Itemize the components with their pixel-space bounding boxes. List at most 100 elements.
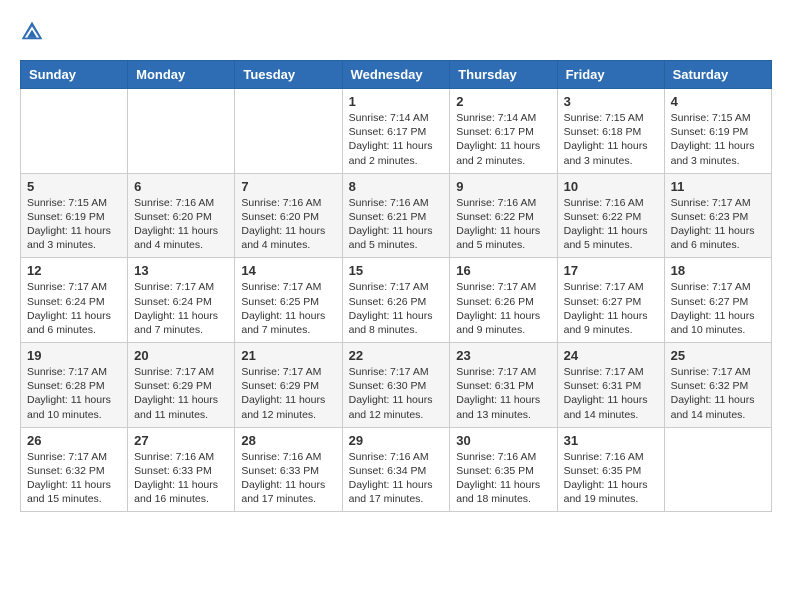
day-number: 4 [671,94,765,109]
day-number: 24 [564,348,658,363]
day-number: 30 [456,433,550,448]
day-cell: 26Sunrise: 7:17 AM Sunset: 6:32 PM Dayli… [21,427,128,512]
day-number: 20 [134,348,228,363]
day-cell: 17Sunrise: 7:17 AM Sunset: 6:27 PM Dayli… [557,258,664,343]
day-info: Sunrise: 7:16 AM Sunset: 6:20 PM Dayligh… [134,196,228,253]
day-cell: 7 Sunrise: 7:16 AM Sunset: 6:20 PM Daylig… [235,173,342,258]
day-cell: 31 Sunrise: 7:16 AM Sunset: 6:35 PM Dayli… [557,427,664,512]
day-number: 1 [349,94,444,109]
day-info: Sunrise: 7:17 AM Sunset: 6:29 PM Dayligh… [241,365,335,422]
day-number: 25 [671,348,765,363]
day-info: Sunrise: 7:17 AM Sunset: 6:26 PM Dayligh… [349,280,444,337]
day-info: Sunrise: 7:16 AM Sunset: 6:35 PM Dayligh… [564,450,658,507]
day-info: Sunrise: 7:17 AM Sunset: 6:26 PM Dayligh… [456,280,550,337]
day-cell: 21 Sunrise: 7:17 AM Sunset: 6:29 PM Dayli… [235,343,342,428]
week-row-5: 26Sunrise: 7:17 AM Sunset: 6:32 PM Dayli… [21,427,772,512]
day-info: Sunrise: 7:16 AM Sunset: 6:33 PM Dayligh… [241,450,335,507]
week-row-1: 1 Sunrise: 7:14 AM Sunset: 6:17 PM Daylig… [21,89,772,174]
day-number: 15 [349,263,444,278]
calendar: SundayMondayTuesdayWednesdayThursdayFrid… [20,60,772,512]
day-info: Sunrise: 7:15 AM Sunset: 6:19 PM Dayligh… [27,196,121,253]
day-info: Sunrise: 7:17 AM Sunset: 6:24 PM Dayligh… [134,280,228,337]
day-number: 10 [564,179,658,194]
day-cell: 18 Sunrise: 7:17 AM Sunset: 6:27 PM Dayli… [664,258,771,343]
day-info: Sunrise: 7:14 AM Sunset: 6:17 PM Dayligh… [456,111,550,168]
weekday-saturday: Saturday [664,61,771,89]
day-info: Sunrise: 7:17 AM Sunset: 6:23 PM Dayligh… [671,196,765,253]
day-info: Sunrise: 7:17 AM Sunset: 6:27 PM Dayligh… [671,280,765,337]
day-cell: 2 Sunrise: 7:14 AM Sunset: 6:17 PM Daylig… [450,89,557,174]
day-cell: 14Sunrise: 7:17 AM Sunset: 6:25 PM Dayli… [235,258,342,343]
day-cell: 19Sunrise: 7:17 AM Sunset: 6:28 PM Dayli… [21,343,128,428]
day-info: Sunrise: 7:16 AM Sunset: 6:21 PM Dayligh… [349,196,444,253]
weekday-tuesday: Tuesday [235,61,342,89]
day-cell: 24Sunrise: 7:17 AM Sunset: 6:31 PM Dayli… [557,343,664,428]
day-cell: 25 Sunrise: 7:17 AM Sunset: 6:32 PM Dayli… [664,343,771,428]
day-info: Sunrise: 7:16 AM Sunset: 6:34 PM Dayligh… [349,450,444,507]
day-cell: 5 Sunrise: 7:15 AM Sunset: 6:19 PM Daylig… [21,173,128,258]
day-number: 16 [456,263,550,278]
day-number: 9 [456,179,550,194]
day-number: 31 [564,433,658,448]
logo-icon [20,20,44,44]
day-info: Sunrise: 7:15 AM Sunset: 6:18 PM Dayligh… [564,111,658,168]
day-number: 18 [671,263,765,278]
day-info: Sunrise: 7:17 AM Sunset: 6:32 PM Dayligh… [671,365,765,422]
day-cell: 29 Sunrise: 7:16 AM Sunset: 6:34 PM Dayli… [342,427,450,512]
day-number: 5 [27,179,121,194]
week-row-3: 12 Sunrise: 7:17 AM Sunset: 6:24 PM Dayli… [21,258,772,343]
day-cell: 8 Sunrise: 7:16 AM Sunset: 6:21 PM Daylig… [342,173,450,258]
day-cell: 9 Sunrise: 7:16 AM Sunset: 6:22 PM Daylig… [450,173,557,258]
day-cell: 15 Sunrise: 7:17 AM Sunset: 6:26 PM Dayli… [342,258,450,343]
day-cell: 3 Sunrise: 7:15 AM Sunset: 6:18 PM Daylig… [557,89,664,174]
day-number: 7 [241,179,335,194]
page-header [20,20,772,44]
week-row-4: 19Sunrise: 7:17 AM Sunset: 6:28 PM Dayli… [21,343,772,428]
day-cell: 16 Sunrise: 7:17 AM Sunset: 6:26 PM Dayli… [450,258,557,343]
day-info: Sunrise: 7:17 AM Sunset: 6:24 PM Dayligh… [27,280,121,337]
day-cell: 12 Sunrise: 7:17 AM Sunset: 6:24 PM Dayli… [21,258,128,343]
day-info: Sunrise: 7:16 AM Sunset: 6:33 PM Dayligh… [134,450,228,507]
day-info: Sunrise: 7:16 AM Sunset: 6:35 PM Dayligh… [456,450,550,507]
weekday-sunday: Sunday [21,61,128,89]
day-number: 14 [241,263,335,278]
day-cell [235,89,342,174]
day-cell [664,427,771,512]
day-info: Sunrise: 7:14 AM Sunset: 6:17 PM Dayligh… [349,111,444,168]
day-number: 3 [564,94,658,109]
day-info: Sunrise: 7:16 AM Sunset: 6:20 PM Dayligh… [241,196,335,253]
day-cell: 20Sunrise: 7:17 AM Sunset: 6:29 PM Dayli… [128,343,235,428]
weekday-friday: Friday [557,61,664,89]
day-number: 28 [241,433,335,448]
day-number: 8 [349,179,444,194]
logo [20,20,48,44]
day-number: 19 [27,348,121,363]
day-info: Sunrise: 7:15 AM Sunset: 6:19 PM Dayligh… [671,111,765,168]
day-info: Sunrise: 7:16 AM Sunset: 6:22 PM Dayligh… [564,196,658,253]
day-number: 27 [134,433,228,448]
weekday-wednesday: Wednesday [342,61,450,89]
day-cell: 13Sunrise: 7:17 AM Sunset: 6:24 PM Dayli… [128,258,235,343]
day-cell: 30 Sunrise: 7:16 AM Sunset: 6:35 PM Dayli… [450,427,557,512]
day-cell: 4 Sunrise: 7:15 AM Sunset: 6:19 PM Daylig… [664,89,771,174]
day-number: 12 [27,263,121,278]
day-number: 6 [134,179,228,194]
day-number: 11 [671,179,765,194]
day-number: 2 [456,94,550,109]
day-cell [128,89,235,174]
week-row-2: 5 Sunrise: 7:15 AM Sunset: 6:19 PM Daylig… [21,173,772,258]
day-cell: 27 Sunrise: 7:16 AM Sunset: 6:33 PM Dayli… [128,427,235,512]
calendar-body: 1 Sunrise: 7:14 AM Sunset: 6:17 PM Daylig… [21,89,772,512]
day-info: Sunrise: 7:17 AM Sunset: 6:30 PM Dayligh… [349,365,444,422]
day-number: 29 [349,433,444,448]
weekday-monday: Monday [128,61,235,89]
day-info: Sunrise: 7:16 AM Sunset: 6:22 PM Dayligh… [456,196,550,253]
day-number: 21 [241,348,335,363]
weekday-thursday: Thursday [450,61,557,89]
day-number: 22 [349,348,444,363]
day-info: Sunrise: 7:17 AM Sunset: 6:32 PM Dayligh… [27,450,121,507]
day-info: Sunrise: 7:17 AM Sunset: 6:31 PM Dayligh… [456,365,550,422]
day-number: 23 [456,348,550,363]
day-cell: 11 Sunrise: 7:17 AM Sunset: 6:23 PM Dayli… [664,173,771,258]
day-number: 17 [564,263,658,278]
